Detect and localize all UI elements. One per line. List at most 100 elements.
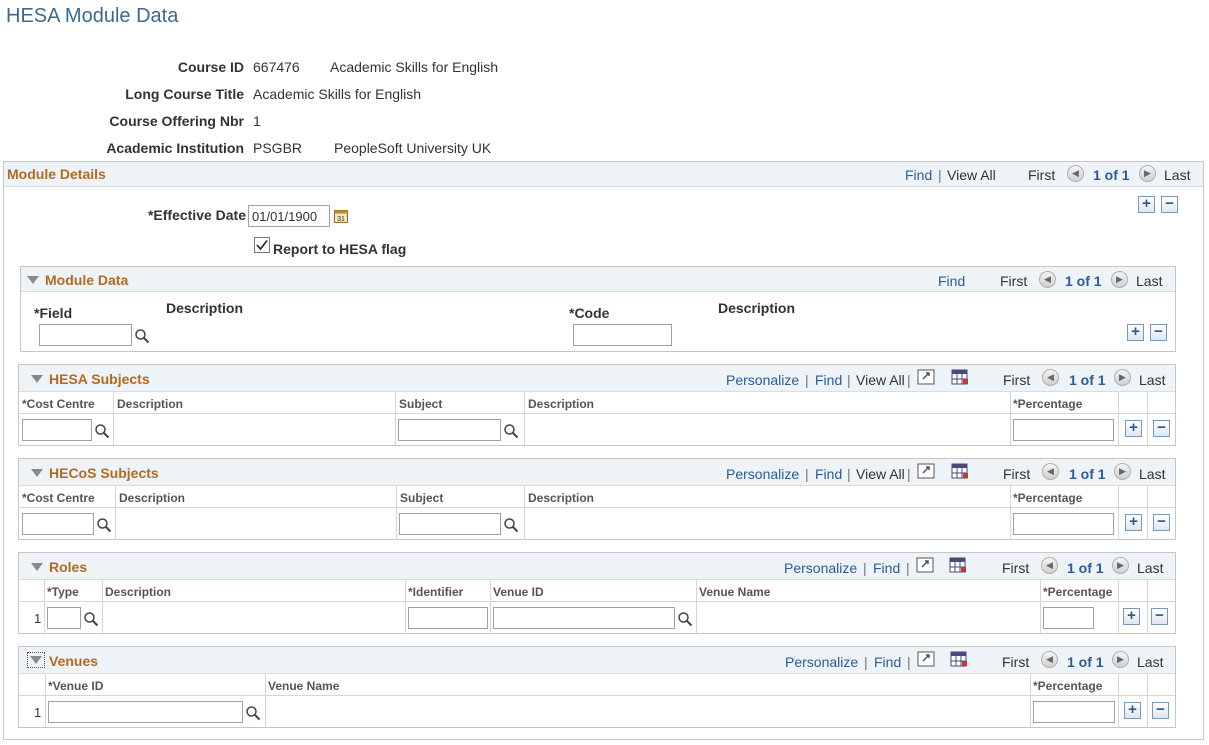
hecos-cost-centre-input[interactable] — [22, 513, 94, 535]
hesa-col-description-2: Description — [528, 397, 595, 411]
roles-last: Last — [1137, 560, 1164, 576]
venues-find-link[interactable]: Find — [874, 654, 901, 670]
roles-type-input[interactable] — [47, 607, 81, 629]
hecos-personalize-link[interactable]: Personalize — [726, 466, 799, 482]
roles-col-percentage: *Percentage — [1043, 585, 1113, 599]
delete-row-button[interactable]: − — [1153, 514, 1170, 531]
next-arrow-icon[interactable]: ▶ — [1112, 651, 1129, 668]
col-divider — [1147, 674, 1148, 727]
module-details-view-all[interactable]: View All — [947, 167, 996, 183]
next-arrow-icon[interactable]: ▶ — [1139, 165, 1156, 182]
hesa-subject-input[interactable] — [398, 419, 501, 441]
prev-arrow-icon[interactable]: ◀ — [1041, 557, 1058, 574]
hecos-view-all[interactable]: View All — [856, 466, 905, 482]
row-divider — [19, 601, 1175, 602]
next-arrow-icon[interactable]: ▶ — [1114, 369, 1131, 386]
calendar-icon[interactable]: 31 — [334, 208, 348, 223]
venues-percentage-input[interactable] — [1033, 701, 1115, 723]
prev-arrow-icon[interactable]: ◀ — [1042, 463, 1059, 480]
next-arrow-icon[interactable]: ▶ — [1112, 557, 1129, 574]
hecos-percentage-input[interactable] — [1013, 513, 1114, 535]
report-hesa-checkbox[interactable] — [254, 237, 270, 253]
search-icon[interactable] — [94, 423, 110, 439]
roles-first: First — [1002, 560, 1030, 576]
delete-row-button[interactable]: − — [1150, 324, 1167, 341]
prev-arrow-icon[interactable]: ◀ — [1042, 369, 1059, 386]
offering-label: Course Offering Nbr — [109, 113, 244, 129]
next-arrow-icon[interactable]: ▶ — [1111, 271, 1128, 288]
hesa-percentage-input[interactable] — [1013, 419, 1114, 441]
module-data-find-link[interactable]: Find — [938, 273, 965, 289]
venues-first: First — [1002, 654, 1030, 670]
collapse-triangle-icon[interactable] — [31, 375, 43, 383]
roles-percentage-input[interactable] — [1043, 607, 1094, 629]
hesa-personalize-link[interactable]: Personalize — [726, 372, 799, 388]
hesa-find-link[interactable]: Find — [815, 372, 842, 388]
col-divider — [1147, 580, 1148, 633]
add-row-button[interactable]: + — [1127, 324, 1144, 341]
collapse-triangle-icon[interactable] — [31, 469, 43, 477]
zoom-grid-icon[interactable] — [917, 463, 935, 479]
venues-venue-id-input[interactable] — [48, 701, 243, 723]
hesa-view-all[interactable]: View All — [856, 372, 905, 388]
add-row-button[interactable]: + — [1125, 514, 1142, 531]
prev-arrow-icon[interactable]: ◀ — [1041, 651, 1058, 668]
venues-row-number: 1 — [34, 705, 42, 720]
field-input[interactable] — [39, 324, 132, 346]
roles-identifier-input[interactable] — [408, 607, 488, 629]
prev-arrow-icon[interactable]: ◀ — [1039, 271, 1056, 288]
delete-row-button[interactable]: − — [1152, 702, 1169, 719]
col-divider — [45, 674, 46, 727]
venues-last: Last — [1137, 654, 1164, 670]
venues-personalize-link[interactable]: Personalize — [785, 654, 858, 670]
institution-code: PSGBR — [253, 140, 303, 156]
search-icon[interactable] — [503, 423, 519, 439]
hecos-subjects-title: HECoS Subjects — [49, 465, 159, 481]
venues-sep: | — [907, 654, 911, 670]
delete-row-button[interactable]: − — [1151, 608, 1168, 625]
search-icon[interactable] — [134, 328, 150, 344]
col-divider — [1118, 580, 1119, 633]
col-divider — [1010, 486, 1011, 539]
roles-find-link[interactable]: Find — [873, 560, 900, 576]
row-divider — [19, 507, 1175, 508]
col-divider — [44, 580, 45, 633]
venues-title: Venues — [49, 653, 99, 669]
add-row-button[interactable]: + — [1138, 196, 1155, 213]
download-spreadsheet-icon[interactable] — [951, 369, 969, 385]
search-icon[interactable] — [677, 611, 693, 627]
course-id-value: 667476 — [253, 59, 300, 75]
roles-venue-id-input[interactable] — [493, 607, 675, 629]
search-icon[interactable] — [503, 517, 519, 533]
next-arrow-icon[interactable]: ▶ — [1114, 463, 1131, 480]
delete-row-button[interactable]: − — [1153, 420, 1170, 437]
effective-date-input[interactable] — [248, 205, 330, 227]
collapse-toggle[interactable] — [27, 652, 45, 668]
search-icon[interactable] — [96, 517, 112, 533]
module-data-title: Module Data — [45, 272, 129, 288]
zoom-grid-icon[interactable] — [917, 369, 935, 385]
add-row-button[interactable]: + — [1124, 702, 1141, 719]
module-details-find-link[interactable]: Find — [905, 167, 932, 183]
delete-row-button[interactable]: − — [1161, 196, 1178, 213]
zoom-grid-icon[interactable] — [916, 557, 934, 573]
zoom-grid-icon[interactable] — [917, 651, 935, 667]
add-row-button[interactable]: + — [1125, 420, 1142, 437]
roles-col-venue-id: Venue ID — [493, 585, 544, 599]
roles-personalize-link[interactable]: Personalize — [784, 560, 857, 576]
hesa-cost-centre-input[interactable] — [22, 419, 92, 441]
hecos-find-link[interactable]: Find — [815, 466, 842, 482]
prev-arrow-icon[interactable]: ◀ — [1067, 165, 1084, 182]
search-icon[interactable] — [245, 705, 261, 721]
code-input[interactable] — [573, 324, 672, 346]
collapse-triangle-icon[interactable] — [31, 563, 43, 571]
hecos-subject-input[interactable] — [399, 513, 501, 535]
download-spreadsheet-icon[interactable] — [949, 557, 967, 573]
add-row-button[interactable]: + — [1123, 608, 1140, 625]
col-divider — [1030, 674, 1031, 727]
download-spreadsheet-icon[interactable] — [950, 651, 968, 667]
download-spreadsheet-icon[interactable] — [951, 463, 969, 479]
search-icon[interactable] — [83, 611, 99, 627]
hecos-col-cost-centre: *Cost Centre — [22, 491, 95, 505]
collapse-triangle-icon[interactable] — [27, 276, 39, 284]
